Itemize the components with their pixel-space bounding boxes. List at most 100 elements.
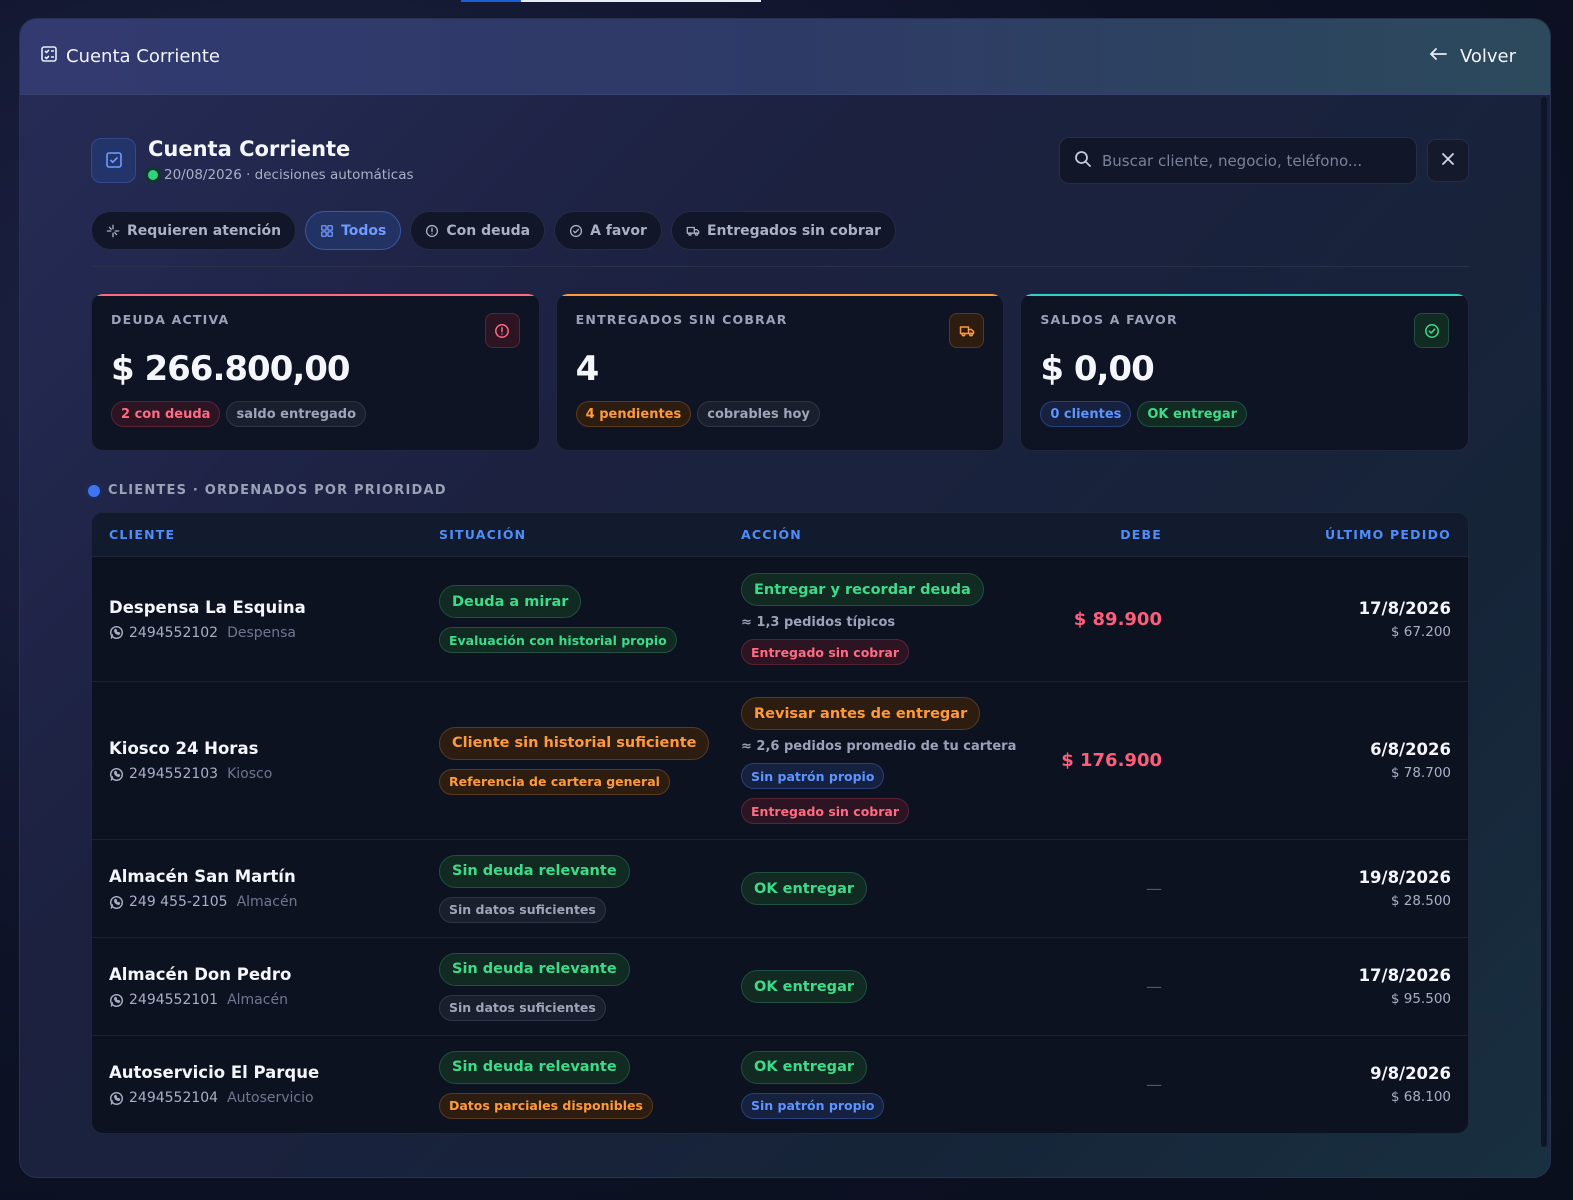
client-name: Kiosco 24 Horas — [109, 739, 259, 758]
client-cell: Autoservicio El Parque 2494552104 Autoserv… — [92, 1063, 439, 1106]
client-cell: Almacén San Martín 249 455-2105 Almacén — [92, 867, 439, 910]
client-cell: Almacén Don Pedro 2494552101 Almacén — [92, 965, 439, 1008]
card-icon-box — [1414, 313, 1450, 348]
debt-amount: $ 176.900 — [1061, 750, 1162, 771]
filter-chip-2[interactable]: Con deuda — [410, 211, 546, 250]
table-row[interactable]: Autoservicio El Parque 2494552104 Autoserv… — [92, 1036, 1468, 1133]
last-order-cell: 17/8/2026 $ 95.500 — [1162, 966, 1468, 1007]
page-title: Cuenta Corriente — [148, 137, 351, 161]
table-header: CLIENTE SITUACIÓN ACCIÓN DEBE ÚLTIMO PEDIDO — [92, 513, 1468, 557]
client-phone: 2494552101 — [129, 992, 219, 1008]
situation-cell-badge: Datos parciales disponibles — [439, 1092, 653, 1119]
status-dot — [148, 170, 158, 180]
client-type: Almacén — [227, 992, 288, 1008]
debt-amount: — — [1146, 977, 1162, 996]
grid-icon — [320, 224, 334, 238]
debt-cell: — — [1031, 879, 1162, 898]
client-type: Almacén — [236, 894, 298, 910]
search-box — [1059, 137, 1417, 184]
card-pills: 0 clientes OK entregar — [1040, 401, 1449, 427]
action-cell-badge: Entregado sin cobrar — [741, 639, 910, 665]
client-name: Almacén San Martín — [109, 867, 296, 886]
debt-cell: — — [1031, 1075, 1162, 1094]
debt-cell: — — [1031, 977, 1162, 996]
card-value: $ 266.800,00 — [111, 349, 351, 389]
action-cell: OK entregar — [741, 970, 1031, 1003]
truck-icon — [686, 224, 700, 238]
action-cell-badge: OK entregar — [741, 872, 867, 905]
filter-chip-0[interactable]: Requieren atención — [91, 211, 297, 250]
table-row[interactable]: Kiosco 24 Horas 2494552103 Kiosco Cliente s… — [92, 682, 1468, 840]
client-phone: 2494552104 — [129, 1090, 219, 1106]
action-cell-stack: OK entregar — [741, 970, 1031, 1003]
situation-cell-badge: Sin deuda relevante — [439, 952, 630, 986]
card-value: $ 0,00 — [1040, 349, 1154, 389]
whatsapp-icon — [109, 1091, 124, 1106]
table-row[interactable]: Almacén Don Pedro 2494552101 Almacén Sin de… — [92, 938, 1468, 1036]
card-badge: OK entregar — [1137, 401, 1248, 427]
summary-card-0: DEUDA ACTIVA $ 266.800,00 2 con deuda saldo… — [91, 293, 540, 451]
scrollbar[interactable] — [1541, 97, 1547, 1147]
action-cell-badge: Entregado sin cobrar — [741, 798, 910, 824]
window-title-text: Cuenta Corriente — [66, 46, 220, 67]
card-badge: 2 con deuda — [111, 401, 221, 427]
situation-cell-badge: Cliente sin historial suficiente — [439, 726, 710, 760]
clear-search-button[interactable] — [1427, 139, 1469, 182]
summary-cards: DEUDA ACTIVA $ 266.800,00 2 con deuda saldo… — [91, 293, 1470, 451]
client-phone: 249 455-2105 — [129, 894, 228, 910]
whatsapp-icon — [109, 993, 124, 1008]
page-subtitle: 20/08/2026 · decisiones automáticas — [148, 167, 414, 183]
window-title: Cuenta Corriente — [40, 45, 220, 68]
section-dot — [88, 484, 100, 497]
column-header: CLIENTE — [109, 527, 176, 542]
filter-chip-4[interactable]: Entregados sin cobrar — [670, 211, 897, 250]
action-cell-badge: OK entregar — [741, 1050, 867, 1084]
situation-cell: Deuda a mirar Evaluación con historial pr… — [439, 585, 741, 653]
action-cell: Revisar antes de entregar ≈ 2,6 pedidos p… — [741, 697, 1031, 824]
situation-cell-badge: Sin datos suficientes — [439, 896, 606, 923]
situation-cell-stack: Sin deuda relevante Sin datos suficientes — [439, 952, 741, 1021]
last-order-date: 9/8/2026 — [1370, 1064, 1451, 1083]
client-contact: 2494552101 Almacén — [109, 992, 439, 1008]
search-icon — [1074, 150, 1092, 172]
last-order-amount: $ 28.500 — [1390, 893, 1451, 909]
search-input[interactable] — [1102, 151, 1402, 170]
situation-cell-stack: Sin deuda relevante Sin datos suficientes — [439, 854, 741, 923]
last-order-date: 17/8/2026 — [1358, 598, 1451, 618]
filter-chip-1[interactable]: Todos — [305, 211, 402, 250]
column-header: ÚLTIMO PEDIDO — [1325, 527, 1451, 542]
card-icon-box — [484, 313, 520, 348]
table-row[interactable]: Almacén San Martín 249 455-2105 Almacén Sin… — [92, 840, 1468, 938]
last-order-amount: $ 67.200 — [1390, 623, 1451, 640]
column-header: SITUACIÓN — [439, 527, 527, 542]
action-cell-badge: Revisar antes de entregar — [741, 697, 981, 730]
filter-chip-label: A favor — [590, 222, 647, 239]
situation-cell: Sin deuda relevante Sin datos suficientes — [439, 952, 741, 1021]
card-badge: cobrables hoy — [697, 401, 820, 427]
checklist-icon — [40, 45, 58, 68]
card-label: DEUDA ACTIVA — [111, 312, 230, 327]
action-cell-stack: OK entregar Sin patrón propio — [741, 1050, 1031, 1119]
client-contact: 2494552104 Autoservicio — [109, 1090, 439, 1106]
whatsapp-icon — [109, 895, 124, 910]
filter-chip-label: Entregados sin cobrar — [706, 222, 882, 239]
whatsapp-icon — [109, 625, 124, 640]
filter-chip-3[interactable]: A favor — [554, 211, 662, 250]
action-cell-badge: Sin patrón propio — [741, 763, 885, 789]
situation-cell-badge: Sin datos suficientes — [439, 994, 606, 1021]
card-value: 4 — [575, 349, 600, 389]
client-name: Despensa La Esquina — [109, 597, 306, 617]
last-order-cell: 17/8/2026 $ 67.200 — [1162, 599, 1468, 640]
back-button[interactable]: Volver — [1428, 46, 1516, 67]
checklist-icon — [91, 137, 136, 183]
alert-circle-icon — [494, 323, 510, 339]
client-type: Autoservicio — [227, 1090, 314, 1106]
action-note: ≈ 2,6 pedidos promedio de tu cartera — [741, 739, 1017, 754]
action-cell-badge: Sin patrón propio — [741, 1092, 885, 1119]
window-titlebar: Cuenta Corriente Volver — [20, 19, 1550, 95]
situation-cell-badge: Referencia de cartera general — [439, 768, 670, 795]
table-row[interactable]: Despensa La Esquina 2494552102 Despensa Deu… — [92, 557, 1468, 682]
client-type: Kiosco — [227, 766, 273, 782]
table-body: Despensa La Esquina 2494552102 Despensa Deu… — [92, 557, 1468, 1133]
client-cell: Kiosco 24 Horas 2494552103 Kiosco — [92, 739, 439, 782]
